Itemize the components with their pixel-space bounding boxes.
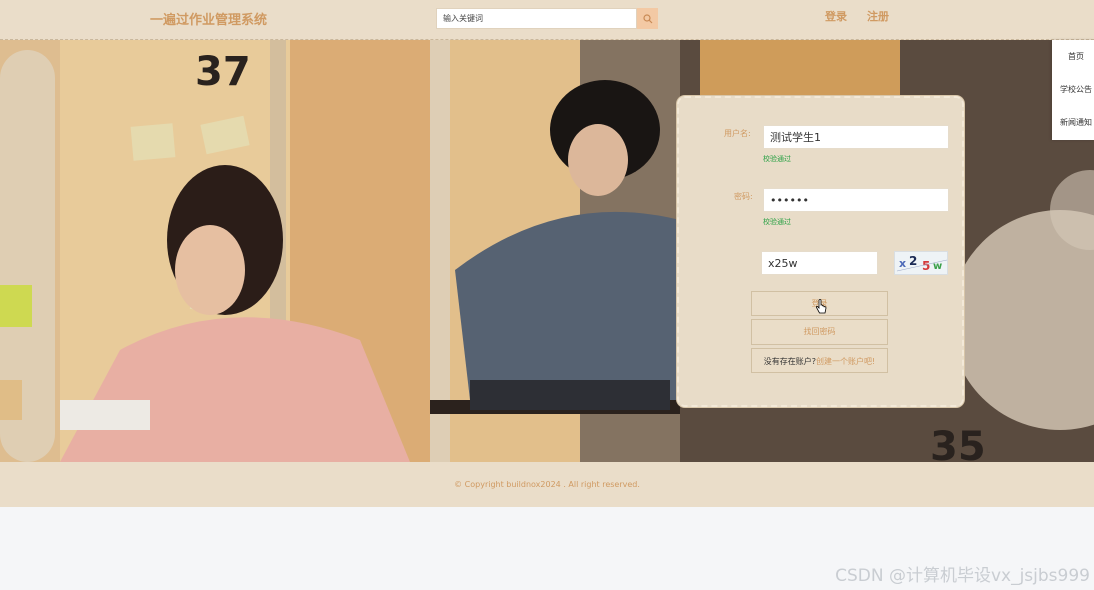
login-link[interactable]: 登录	[825, 8, 847, 24]
search-input[interactable]	[436, 8, 637, 29]
svg-text:5: 5	[922, 259, 930, 273]
copyright-text: © Copyright buildnox2024 . All right res…	[454, 480, 640, 489]
register-action-text: 创建一个账户吧!	[816, 356, 876, 366]
csdn-watermark: CSDN @计算机毕设vx_jsjbs999	[835, 566, 1090, 586]
side-navigation: 首页 学校公告 新闻通知	[1052, 40, 1094, 140]
register-link[interactable]: 注册	[867, 8, 889, 24]
username-label: 用户名:	[724, 129, 751, 138]
footer: © Copyright buildnox2024 . All right res…	[0, 462, 1094, 507]
password-validation-hint: 校验通过	[763, 218, 791, 226]
username-validation-hint: 校验通过	[763, 155, 791, 163]
captcha-input[interactable]	[761, 251, 878, 275]
username-input[interactable]	[763, 125, 949, 149]
hand-cursor-icon	[815, 299, 827, 314]
svg-text:2: 2	[909, 254, 917, 268]
captcha-graphic: x 2 5 w	[896, 254, 947, 273]
search-icon	[642, 13, 652, 23]
search-bar	[436, 8, 658, 29]
site-title[interactable]: 一遍过作业管理系统	[150, 9, 267, 28]
search-button[interactable]	[637, 8, 658, 29]
forgot-password-button[interactable]: 找回密码	[751, 319, 888, 345]
login-form: 用户名: 校验通过 密码: 校验通过 x 2 5 w 登录 找回密码 没有存在账…	[677, 96, 964, 407]
svg-text:x: x	[899, 257, 906, 270]
create-account-button[interactable]: 没有存在账户?创建一个账户吧!	[751, 348, 888, 373]
captcha-image[interactable]: x 2 5 w	[894, 251, 948, 275]
top-navbar: 一遍过作业管理系统 登录 注册	[0, 0, 1094, 40]
password-label: 密码:	[734, 192, 753, 201]
sidenav-item-news[interactable]: 新闻通知	[1052, 106, 1094, 139]
sidenav-item-school-announcements[interactable]: 学校公告	[1052, 73, 1094, 106]
register-question-text: 没有存在账户?	[763, 356, 817, 366]
sidenav-item-home[interactable]: 首页	[1052, 40, 1094, 73]
password-input[interactable]	[763, 188, 949, 212]
